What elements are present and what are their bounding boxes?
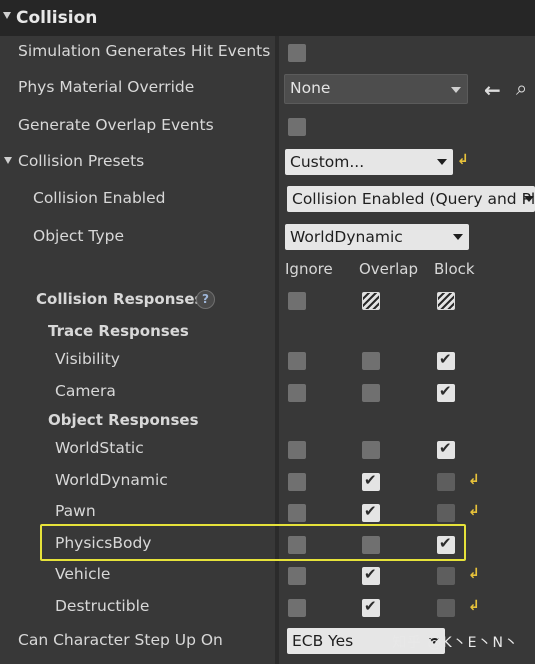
reset-to-default-icon[interactable]: ↲ [468, 503, 480, 519]
collision-responses-label: Collision Responses [36, 290, 204, 308]
help-icon[interactable]: ? [196, 290, 215, 309]
collapse-triangle-icon[interactable] [3, 12, 11, 19]
destructible-ignore-checkbox[interactable] [288, 598, 306, 617]
phys-material-value: None [290, 79, 331, 97]
checkmark-icon: ✔ [364, 596, 377, 615]
sim-hit-label: Simulation Generates Hit Events [18, 42, 271, 60]
trace-responses-label: Trace Responses [48, 322, 189, 340]
overlap-events-label: Generate Overlap Events [18, 116, 214, 134]
phys-material-label: Phys Material Override [18, 78, 195, 96]
channel-label-worldstatic: WorldStatic [55, 439, 144, 457]
search-icon[interactable]: ⌕ [516, 76, 527, 100]
visibility-block-checkbox[interactable]: ✔ [437, 350, 455, 370]
section-title: Collision [16, 8, 98, 28]
reset-to-default-icon[interactable]: ↲ [457, 152, 469, 168]
step-up-value: ECB Yes [292, 632, 354, 650]
collision-enabled-value: Collision Enabled (Query and Pl [292, 190, 535, 208]
collision-presets-dropdown[interactable]: Custom... [285, 149, 453, 175]
visibility-overlap-checkbox[interactable] [362, 352, 380, 370]
overlap-events-checkbox[interactable] [288, 118, 306, 136]
step-up-label: Can Character Step Up On [18, 631, 223, 649]
reset-to-default-icon[interactable]: ↲ [468, 472, 480, 488]
column-divider[interactable] [275, 36, 279, 664]
checkmark-icon: ✔ [439, 381, 452, 400]
pawn-ignore-checkbox[interactable] [288, 504, 306, 522]
collision-enabled-label: Collision Enabled [33, 189, 166, 207]
collision-presets-value: Custom... [290, 153, 365, 171]
channel-label-camera: Camera [55, 381, 116, 400]
sim-hit-checkbox[interactable] [288, 44, 306, 62]
pawn-overlap-checkbox[interactable]: ✔ [362, 502, 380, 522]
chevron-down-icon [524, 196, 534, 202]
worlddynamic-overlap-checkbox[interactable]: ✔ [362, 470, 380, 491]
block-column-header: Block [434, 260, 475, 278]
channel-label-visibility: Visibility [55, 350, 120, 368]
checkmark-icon: ✔ [364, 470, 377, 489]
checkmark-icon: ✔ [364, 502, 377, 520]
destructible-overlap-checkbox[interactable]: ✔ [362, 596, 380, 617]
checkmark-icon: ✔ [439, 350, 452, 368]
object-type-label: Object Type [33, 227, 125, 245]
chevron-down-icon [451, 87, 461, 93]
channel-label-worlddynamic: WorldDynamic [55, 470, 168, 489]
collision-enabled-dropdown[interactable]: Collision Enabled (Query and Pl [287, 186, 535, 212]
camera-overlap-checkbox[interactable] [362, 383, 380, 402]
responses-ignore-all-checkbox[interactable] [288, 292, 306, 310]
camera-ignore-checkbox[interactable] [288, 383, 306, 402]
worldstatic-ignore-checkbox[interactable] [288, 441, 306, 459]
responses-block-all-checkbox[interactable] [437, 292, 455, 310]
destructible-block-checkbox[interactable] [437, 598, 455, 617]
back-arrow-icon[interactable]: ← [484, 78, 501, 102]
highlight-box [40, 524, 466, 561]
object-type-value: WorldDynamic [290, 228, 403, 246]
collision-presets-label: Collision Presets [18, 152, 145, 170]
object-type-dropdown[interactable]: WorldDynamic [285, 224, 469, 250]
watermark: 知乎 @K丶E丶N丶 [392, 635, 519, 651]
channel-label-vehicle: Vehicle [55, 565, 111, 583]
reset-to-default-icon[interactable]: ↲ [468, 566, 480, 582]
channel-label-destructible: Destructible [55, 596, 150, 615]
worldstatic-overlap-checkbox[interactable] [362, 441, 380, 459]
phys-material-dropdown[interactable]: None [284, 74, 468, 104]
overlap-column-header: Overlap [359, 260, 418, 278]
camera-block-checkbox[interactable]: ✔ [437, 381, 455, 402]
vehicle-ignore-checkbox[interactable] [288, 567, 306, 585]
worlddynamic-ignore-checkbox[interactable] [288, 472, 306, 491]
reset-to-default-icon[interactable]: ↲ [468, 598, 480, 614]
chevron-down-icon [453, 234, 463, 240]
object-responses-label: Object Responses [48, 411, 199, 429]
ignore-column-header: Ignore [285, 260, 333, 278]
chevron-down-icon [437, 159, 447, 165]
worlddynamic-block-checkbox[interactable] [437, 472, 455, 491]
vehicle-overlap-checkbox[interactable]: ✔ [362, 565, 380, 585]
vehicle-block-checkbox[interactable] [437, 567, 455, 585]
responses-overlap-all-checkbox[interactable] [362, 292, 380, 310]
section-header[interactable]: Collision [0, 0, 535, 36]
worldstatic-block-checkbox[interactable]: ✔ [437, 439, 455, 459]
visibility-ignore-checkbox[interactable] [288, 352, 306, 370]
channel-label-pawn: Pawn [55, 502, 96, 520]
checkmark-icon: ✔ [364, 565, 377, 583]
checkmark-icon: ✔ [439, 439, 452, 457]
pawn-block-checkbox[interactable] [437, 504, 455, 522]
collapse-triangle-icon[interactable] [4, 157, 12, 164]
